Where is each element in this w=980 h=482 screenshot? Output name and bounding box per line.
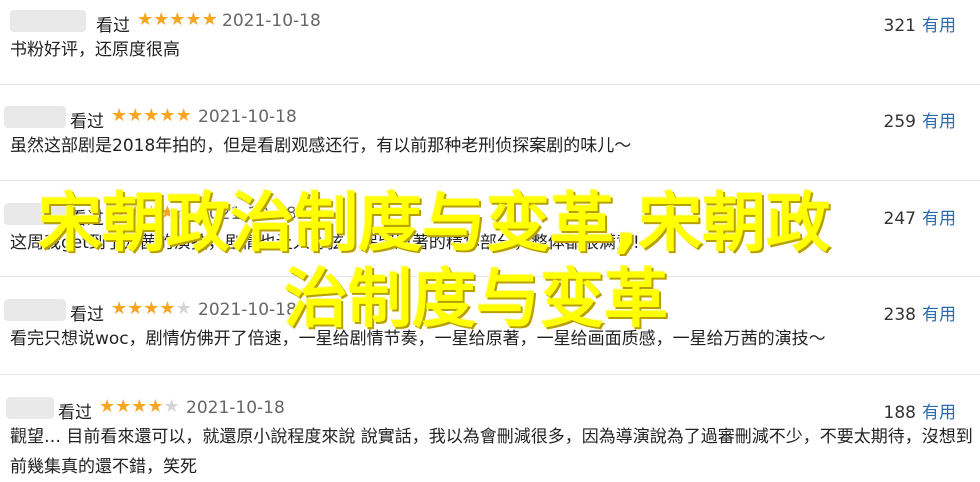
watch-status: 看过 [70,112,104,132]
avatar[interactable] [4,299,66,321]
star-filled-icon: ★ [153,9,170,30]
watch-status: 看过 [58,403,92,423]
review-date: 2021-10-18 [186,398,285,418]
useful-button[interactable]: 有用 [922,16,956,36]
watch-status: 看过 [96,16,130,36]
star-filled-icon: ★ [147,396,164,417]
star-filled-icon: ★ [143,298,160,319]
review-text: 虽然这部剧是2018年拍的，但是看剧观感还行，有以前那种老刑侦探案剧的味儿～ [10,136,632,156]
rating-stars: ★★★★★ [99,396,180,417]
vote-number: 188 [883,403,916,423]
star-filled-icon: ★ [131,396,148,417]
vote-count: 247 有用 [884,204,956,229]
useful-button[interactable]: 有用 [922,112,956,132]
star-filled-icon: ★ [99,396,116,417]
star-filled-icon: ★ [159,298,176,319]
review-date: 2021-10-18 [198,300,297,320]
divider [0,374,980,375]
review-meta: 看过 ★★★★★ 2021-10-18 188 有用 [0,395,980,423]
useful-button[interactable]: 有用 [922,403,956,423]
vote-count: 259 有用 [884,107,956,132]
review-date: 2021-10-18 [222,11,321,31]
overlay-title-line2: 治制度与变革 [284,263,668,337]
divider [0,84,980,85]
rating-stars: ★★★★★ [111,298,192,319]
star-empty-icon: ★ [175,298,192,319]
star-empty-icon: ★ [163,396,180,417]
star-filled-icon: ★ [127,298,144,319]
star-filled-icon: ★ [137,9,154,30]
rating-stars: ★★★★★ [111,105,192,126]
avatar[interactable] [6,397,54,419]
star-filled-icon: ★ [111,105,128,126]
useful-button[interactable]: 有用 [922,209,956,229]
star-filled-icon: ★ [169,9,186,30]
vote-number: 247 [883,209,916,229]
avatar[interactable] [4,106,66,128]
star-filled-icon: ★ [159,105,176,126]
vote-count: 188 有用 [884,398,956,423]
useful-button[interactable]: 有用 [922,305,956,325]
vote-count: 321 有用 [884,11,956,36]
review-text: 书粉好评，还原度很高 [10,40,180,60]
avatar[interactable] [10,10,86,32]
review-meta: 看过 ★★★★★ 2021-10-18 259 有用 [0,104,980,132]
star-filled-icon: ★ [143,105,160,126]
rating-stars: ★★★★★ [137,9,218,30]
review-date: 2021-10-18 [198,107,297,127]
review-text: 觀望… 目前看來還可以，就還原小說程度來說 說實話，我以為會刪減很多，因為導演說… [10,427,973,477]
star-filled-icon: ★ [185,9,202,30]
star-filled-icon: ★ [111,298,128,319]
star-filled-icon: ★ [127,105,144,126]
watch-status: 看过 [70,305,104,325]
vote-count: 238 有用 [884,300,956,325]
star-filled-icon: ★ [201,9,218,30]
star-filled-icon: ★ [175,105,192,126]
vote-number: 238 [883,305,916,325]
review-meta: 看过 ★★★★★ 2021-10-18 321 有用 [0,8,980,36]
vote-number: 259 [883,112,916,132]
vote-number: 321 [883,16,916,36]
star-filled-icon: ★ [115,396,132,417]
